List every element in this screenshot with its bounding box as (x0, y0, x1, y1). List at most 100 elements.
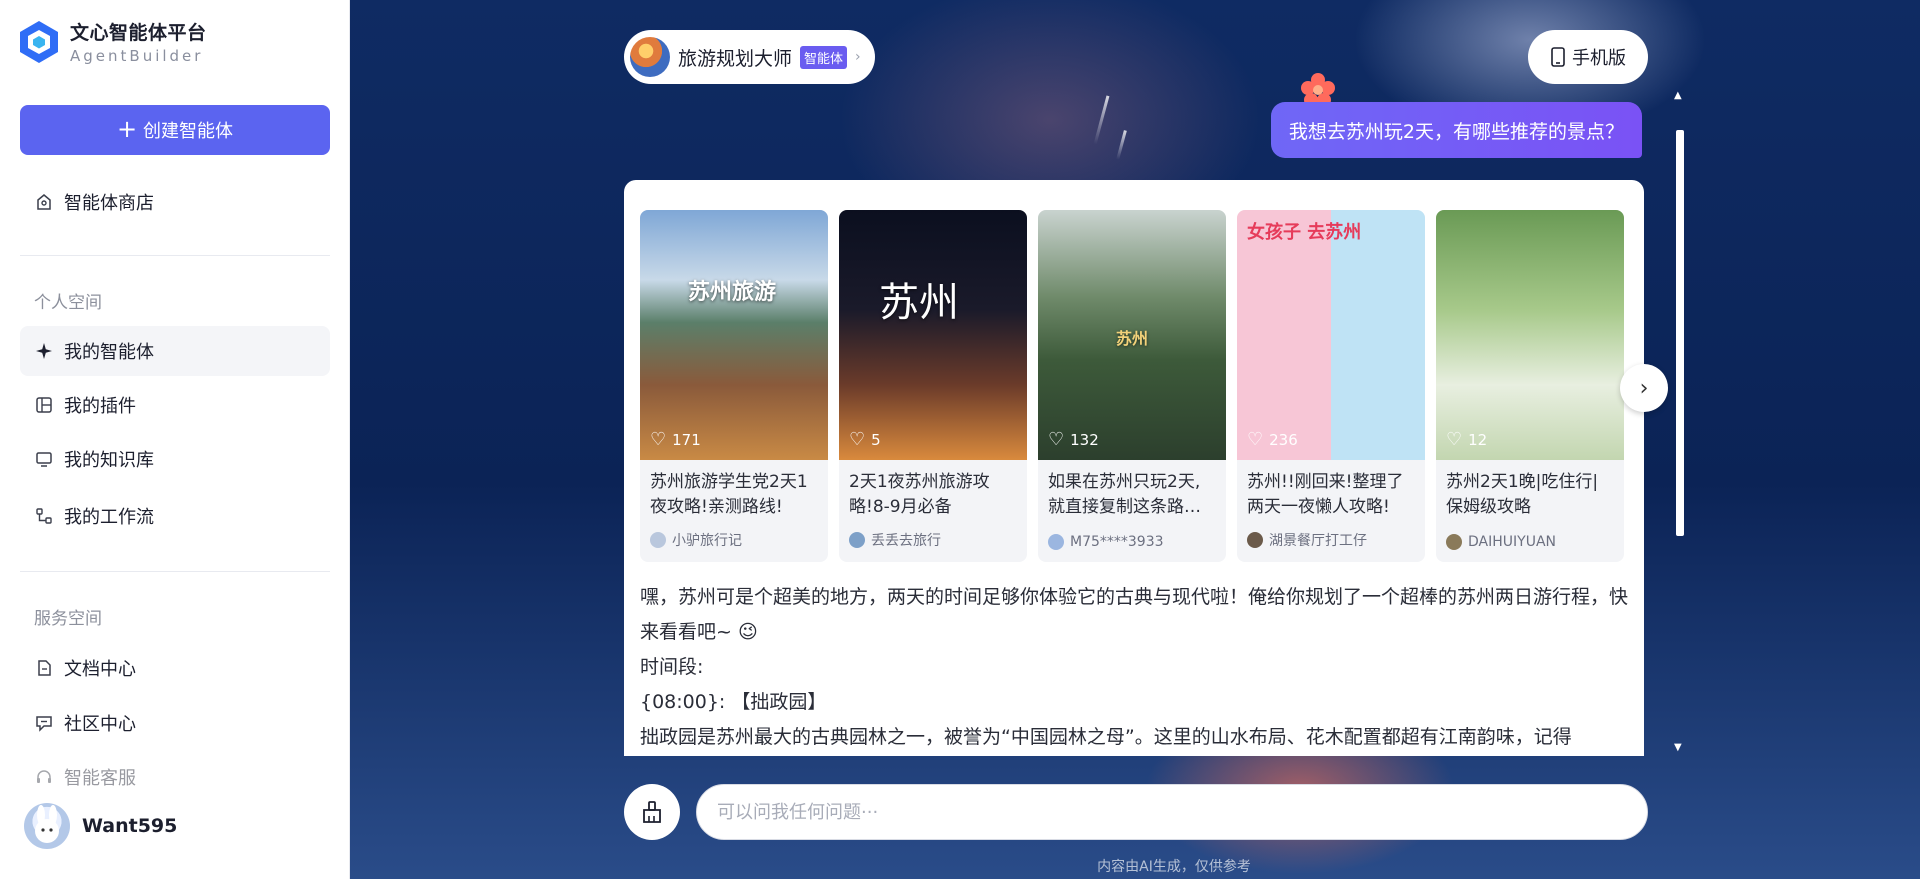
answer-paragraph: 嘿，苏州可是个超美的地方，两天的时间足够你体验它的古典与现代啦！俺给你规划了一个… (640, 586, 1629, 643)
store-icon (34, 192, 54, 212)
author-name: M75****3933 (1070, 534, 1164, 550)
username: Want595 (82, 815, 178, 837)
avatar (24, 803, 70, 849)
note-card[interactable]: 女孩子 去苏州 ♡ 236 苏州!!刚回来!整理了两天一夜懒人攻略! 湖景餐厅打工… (1237, 210, 1425, 562)
note-author: 湖景餐厅打工仔 (1247, 530, 1367, 550)
logo-icon (20, 20, 58, 63)
heart-icon: ♡ (650, 429, 667, 450)
plugin-icon (34, 395, 54, 415)
note-card[interactable]: 苏州旅游 ♡ 171 苏州旅游学生党2天1夜攻略!亲测路线! 小驴旅行记 (640, 210, 828, 562)
note-image: ♡ 12 (1436, 210, 1624, 460)
sidebar-item-my-plugins[interactable]: 我的插件 (20, 380, 330, 430)
note-card-list: 苏州旅游 ♡ 171 苏州旅游学生党2天1夜攻略!亲测路线! 小驴旅行记 苏州 ♡… (640, 210, 1624, 562)
document-icon (34, 658, 54, 678)
likes-count: 132 (1070, 430, 1099, 449)
likes-count: 171 (672, 430, 701, 449)
author-name: 湖景餐厅打工仔 (1269, 533, 1367, 549)
note-card[interactable]: 苏州 ♡ 5 2天1夜苏州旅游攻略!8-9月必备 丢丢去旅行 (839, 210, 1027, 562)
sidebar-item-my-workflow[interactable]: 我的工作流 (20, 491, 330, 541)
heart-icon: ♡ (849, 429, 866, 450)
service-section-title: 服务空间 (34, 609, 102, 629)
answer-paragraph: 拙政园是苏州最大的古典园林之一，被誉为“中国园林之母”。这里的山水布局、花木配置… (640, 726, 1572, 748)
note-title: 苏州!!刚回来!整理了两天一夜懒人攻略! (1247, 472, 1404, 517)
scroll-up-icon[interactable]: ▲ (1674, 90, 1682, 101)
sidebar-item-community[interactable]: 社区中心 (20, 698, 330, 748)
note-card[interactable]: 苏州 ♡ 132 如果在苏州只玩2天,就直接复制这条路… M75****3933 (1038, 210, 1226, 562)
note-title: 苏州2天1晚|吃住行|保姆级攻略 (1446, 472, 1599, 517)
author-avatar (1446, 534, 1462, 550)
create-agent-button[interactable]: + 创建智能体 (20, 105, 330, 155)
user-profile[interactable]: Want595 (24, 803, 177, 849)
chat-icon (34, 713, 54, 733)
likes: ♡ 236 (1247, 429, 1298, 450)
agent-avatar (630, 37, 670, 77)
sidebar-item-store[interactable]: 智能体商店 (20, 177, 330, 227)
note-image: 苏州旅游 ♡ 171 (640, 210, 828, 460)
agent-tag-badge: 智能体 (800, 45, 848, 69)
broom-icon (643, 801, 661, 823)
answer-card: 苏州旅游 ♡ 171 苏州旅游学生党2天1夜攻略!亲测路线! 小驴旅行记 苏州 ♡… (624, 180, 1644, 756)
headset-icon (34, 767, 54, 787)
note-author: M75****3933 (1048, 534, 1164, 550)
chat-input[interactable] (696, 784, 1648, 840)
likes: ♡ 132 (1048, 429, 1099, 450)
logo[interactable]: 文心智能体平台 AgentBuilder (18, 18, 207, 65)
likes-count: 5 (871, 430, 881, 449)
decor (1116, 130, 1127, 160)
answer-text: 嘿，苏州可是个超美的地方，两天的时间足够你体验它的古典与现代啦！俺给你规划了一个… (640, 580, 1630, 755)
chevron-right-icon: › (855, 49, 861, 65)
note-image-text: 苏州 (879, 280, 959, 326)
create-agent-label: 创建智能体 (143, 121, 234, 142)
sidebar-item-label: 我的知识库 (64, 450, 154, 471)
note-image-text: 女孩子 去苏州 (1247, 222, 1362, 243)
author-avatar (1048, 534, 1064, 550)
note-image: 女孩子 去苏州 ♡ 236 (1237, 210, 1425, 460)
sidebar: 文心智能体平台 AgentBuilder + 创建智能体 智能体商店 个人空间 … (0, 0, 350, 879)
heart-icon: ♡ (1048, 429, 1065, 450)
carousel-next-button[interactable]: › (1620, 364, 1668, 412)
author-avatar (1247, 532, 1263, 548)
agent-selector[interactable]: 旅游规划大师 智能体 › (624, 30, 875, 84)
sidebar-item-label: 我的工作流 (64, 507, 154, 528)
note-author: DAIHUIYUAN (1446, 534, 1556, 550)
sidebar-item-label: 社区中心 (64, 714, 136, 735)
chevron-right-icon: › (1639, 375, 1649, 401)
note-title: 如果在苏州只玩2天,就直接复制这条路… (1048, 472, 1201, 517)
phone-icon (1551, 47, 1565, 67)
divider (20, 255, 330, 256)
scroll-down-icon[interactable]: ▼ (1674, 742, 1682, 753)
sidebar-item-label: 智能体商店 (64, 193, 154, 214)
note-author: 丢丢去旅行 (849, 530, 941, 550)
author-name: 小驴旅行记 (672, 533, 742, 549)
likes: ♡ 171 (650, 429, 701, 450)
note-image: 苏州 ♡ 5 (839, 210, 1027, 460)
workflow-icon (34, 506, 54, 526)
scrollbar-thumb[interactable] (1676, 130, 1684, 536)
note-image-text: 苏州 (1116, 329, 1149, 348)
note-card[interactable]: ♡ 12 苏州2天1晚|吃住行|保姆级攻略 DAIHUIYUAN (1436, 210, 1624, 562)
sidebar-item-label: 我的插件 (64, 396, 136, 417)
author-avatar (650, 532, 666, 548)
likes: ♡ 12 (1446, 429, 1487, 450)
divider (20, 571, 330, 572)
answer-paragraph: 时间段: (640, 656, 704, 678)
sidebar-item-support[interactable]: 智能客服 (20, 752, 330, 802)
plus-icon: + (116, 114, 138, 143)
sidebar-item-label: 文档中心 (64, 659, 136, 680)
sidebar-item-my-agents[interactable]: 我的智能体 (20, 326, 330, 376)
heart-icon: ♡ (1247, 429, 1264, 450)
heart-icon: ♡ (1446, 429, 1463, 450)
sidebar-item-docs[interactable]: 文档中心 (20, 643, 330, 693)
sidebar-item-my-knowledge[interactable]: 我的知识库 (20, 434, 330, 484)
answer-paragraph: {08:00}: 【拙政园】 (640, 691, 827, 713)
author-avatar (849, 532, 865, 548)
likes-count: 12 (1468, 430, 1488, 449)
logo-title: 文心智能体平台 (70, 22, 207, 44)
logo-subtitle: AgentBuilder (70, 47, 204, 65)
decor (1093, 95, 1110, 145)
mobile-version-button[interactable]: 手机版 (1528, 30, 1648, 84)
clear-context-button[interactable] (624, 784, 680, 840)
ai-disclaimer: 内容由AI生成，仅供参考 (1097, 859, 1251, 875)
author-name: DAIHUIYUAN (1468, 534, 1556, 550)
user-message-bubble: 我想去苏州玩2天，有哪些推荐的景点？ (1270, 102, 1642, 158)
